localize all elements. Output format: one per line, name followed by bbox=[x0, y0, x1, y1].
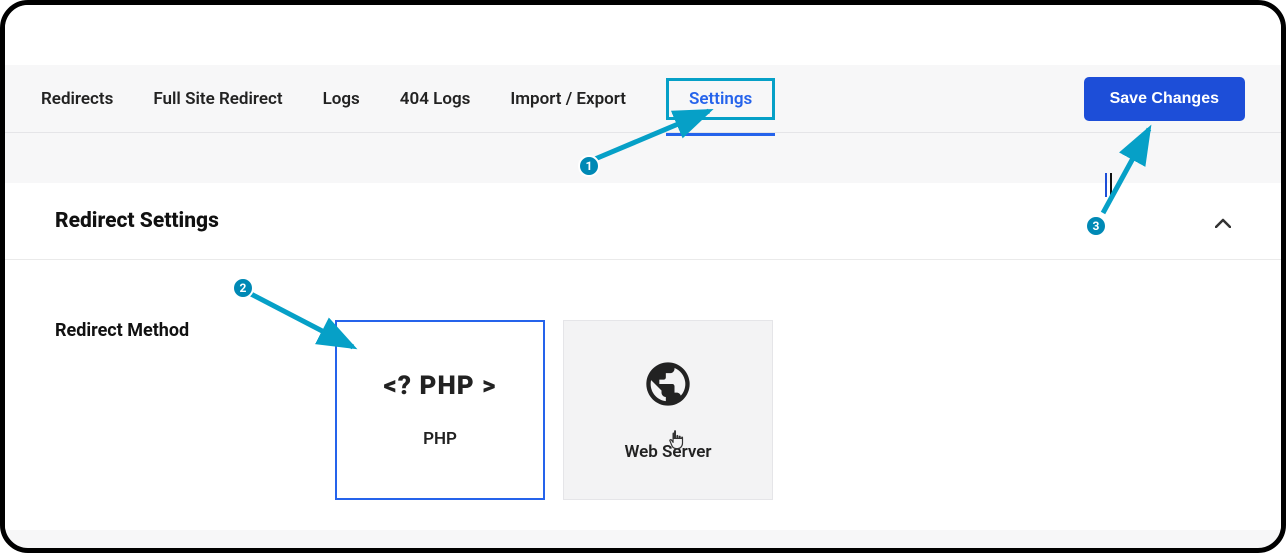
chevron-up-icon[interactable] bbox=[1215, 209, 1231, 233]
annotation-badge-2: 2 bbox=[232, 277, 254, 299]
annotation-badge-3: 3 bbox=[1085, 215, 1107, 237]
tab-full-site-redirect[interactable]: Full Site Redirect bbox=[153, 85, 282, 113]
redirect-method-options: <? PHP > PHP Web Server bbox=[335, 320, 773, 500]
option-web-server[interactable]: Web Server bbox=[563, 320, 773, 500]
annotation-badge-1: 1 bbox=[578, 155, 600, 177]
annotation-arrow-2 bbox=[245, 289, 365, 359]
save-button[interactable]: Save Changes bbox=[1084, 77, 1245, 121]
annotation-arrow-3 bbox=[1099, 123, 1159, 217]
panel-title: Redirect Settings bbox=[55, 209, 219, 233]
tab-404-logs[interactable]: 404 Logs bbox=[400, 85, 471, 113]
tab-logs[interactable]: Logs bbox=[323, 85, 360, 113]
redirect-method-label: Redirect Method bbox=[55, 320, 255, 500]
globe-icon bbox=[642, 358, 694, 414]
panel-body: Redirect Method <? PHP > PHP Web Server bbox=[5, 260, 1281, 530]
annotation-arrow-1 bbox=[591, 105, 721, 163]
option-php[interactable]: <? PHP > PHP bbox=[335, 320, 545, 500]
tab-redirects[interactable]: Redirects bbox=[41, 85, 113, 113]
option-php-label: PHP bbox=[423, 429, 457, 449]
php-icon: <? PHP > bbox=[384, 371, 497, 401]
cursor-pointer-icon bbox=[667, 429, 687, 456]
